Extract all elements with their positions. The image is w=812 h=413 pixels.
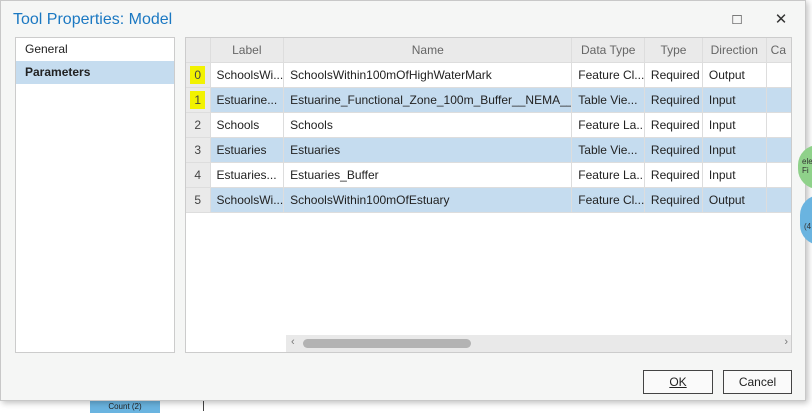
scrollbar-thumb[interactable]	[303, 339, 471, 348]
cancel-button[interactable]: Cancel	[723, 370, 792, 394]
row-index-text: 3	[194, 143, 202, 157]
row-index-highlight: 0	[190, 66, 206, 84]
model-node-blue-text: (4	[804, 222, 812, 231]
row-index-highlight: 1	[190, 91, 206, 109]
cell-label[interactable]: Estuarine...	[210, 88, 285, 113]
table-row[interactable]: 0 SchoolsWi... SchoolsWithin100mOfHighWa…	[186, 63, 791, 88]
row-index[interactable]: 5	[186, 188, 211, 213]
cell-label[interactable]: Estuaries	[210, 138, 285, 163]
cell-type[interactable]: Required	[644, 188, 703, 213]
cell-category[interactable]	[766, 138, 791, 163]
cell-label[interactable]: SchoolsWi...	[210, 188, 285, 213]
cell-name[interactable]: Estuaries_Buffer	[284, 163, 573, 188]
cell-type[interactable]: Required	[644, 88, 703, 113]
cell-name[interactable]: Schools	[284, 113, 573, 138]
cell-label[interactable]: Estuaries...	[210, 163, 285, 188]
horizontal-scrollbar[interactable]: ‹ ›	[286, 335, 791, 352]
cell-name[interactable]: Estuarine_Functional_Zone_100m_Buffer__N…	[284, 88, 573, 113]
table-row[interactable]: 2 Schools Schools Feature La... Required…	[186, 113, 791, 138]
cell-type[interactable]: Required	[644, 138, 703, 163]
sidebar-item-parameters[interactable]: Parameters	[16, 61, 174, 84]
header-label[interactable]: Label	[210, 38, 285, 63]
cell-category[interactable]	[766, 163, 791, 188]
cell-data-type[interactable]: Feature La...	[572, 163, 645, 188]
cell-data-type[interactable]: Feature La...	[572, 113, 645, 138]
cell-direction[interactable]: Input	[702, 88, 767, 113]
table-row[interactable]: 1 Estuarine... Estuarine_Functional_Zone…	[186, 88, 791, 113]
close-button[interactable]: ✕	[767, 7, 795, 31]
row-index-text: 4	[194, 168, 202, 182]
cell-direction[interactable]: Output	[702, 63, 767, 88]
row-index-text: 2	[194, 118, 202, 132]
row-index[interactable]: 2	[186, 113, 211, 138]
connector-line	[203, 401, 204, 411]
cell-name[interactable]: SchoolsWithin100mOfEstuary	[284, 188, 573, 213]
cell-category[interactable]	[766, 188, 791, 213]
cell-category[interactable]	[766, 113, 791, 138]
sidebar-list: General Parameters	[15, 37, 175, 353]
cell-data-type[interactable]: Feature Cl...	[572, 188, 645, 213]
cell-category[interactable]	[766, 63, 791, 88]
cell-direction[interactable]: Output	[702, 188, 767, 213]
scroll-right-icon[interactable]: ›	[784, 336, 788, 348]
cell-data-type[interactable]: Table Vie...	[572, 88, 645, 113]
cell-name[interactable]: Estuaries	[284, 138, 573, 163]
row-index-text: 5	[194, 193, 202, 207]
table-row[interactable]: 5 SchoolsWi... SchoolsWithin100mOfEstuar…	[186, 188, 791, 213]
ok-button[interactable]: OK	[643, 370, 713, 394]
model-node-green-text: ele Fi	[802, 157, 812, 175]
header-type[interactable]: Type	[645, 38, 703, 63]
header-data-type[interactable]: Data Type	[572, 38, 646, 63]
parameters-grid: Label Name Data Type Type Direction Ca 0…	[185, 37, 792, 353]
cell-label[interactable]: Schools	[210, 113, 285, 138]
cell-name[interactable]: SchoolsWithin100mOfHighWaterMark	[284, 63, 573, 88]
cell-category[interactable]	[766, 88, 791, 113]
cell-type[interactable]: Required	[644, 113, 703, 138]
header-name[interactable]: Name	[284, 38, 573, 63]
row-index[interactable]: 4	[186, 163, 211, 188]
cell-label[interactable]: SchoolsWi...	[210, 63, 285, 88]
header-direction[interactable]: Direction	[702, 38, 767, 63]
maximize-button[interactable]: □	[723, 7, 751, 31]
cell-data-type[interactable]: Table Vie...	[572, 138, 645, 163]
tool-properties-dialog: Tool Properties: Model □ ✕ General Param…	[0, 0, 806, 401]
header-index	[186, 38, 211, 63]
dialog-title: Tool Properties: Model	[13, 11, 173, 28]
header-category[interactable]: Ca	[766, 38, 791, 63]
count-node[interactable]: Count (2)	[90, 401, 160, 413]
cell-data-type[interactable]: Feature Cl...	[572, 63, 645, 88]
sidebar-item-general[interactable]: General	[16, 38, 174, 61]
grid-header: Label Name Data Type Type Direction Ca	[186, 38, 791, 63]
cell-type[interactable]: Required	[644, 63, 703, 88]
cell-type[interactable]: Required	[644, 163, 703, 188]
cell-direction[interactable]: Input	[702, 163, 767, 188]
row-index[interactable]: 3	[186, 138, 211, 163]
scroll-left-icon[interactable]: ‹	[291, 336, 295, 348]
table-row[interactable]: 3 Estuaries Estuaries Table Vie... Requi…	[186, 138, 791, 163]
cell-direction[interactable]: Input	[702, 138, 767, 163]
row-index[interactable]: 1	[186, 88, 211, 113]
row-index[interactable]: 0	[186, 63, 211, 88]
table-row[interactable]: 4 Estuaries... Estuaries_Buffer Feature …	[186, 163, 791, 188]
cell-direction[interactable]: Input	[702, 113, 767, 138]
ok-label: OK	[669, 375, 687, 389]
